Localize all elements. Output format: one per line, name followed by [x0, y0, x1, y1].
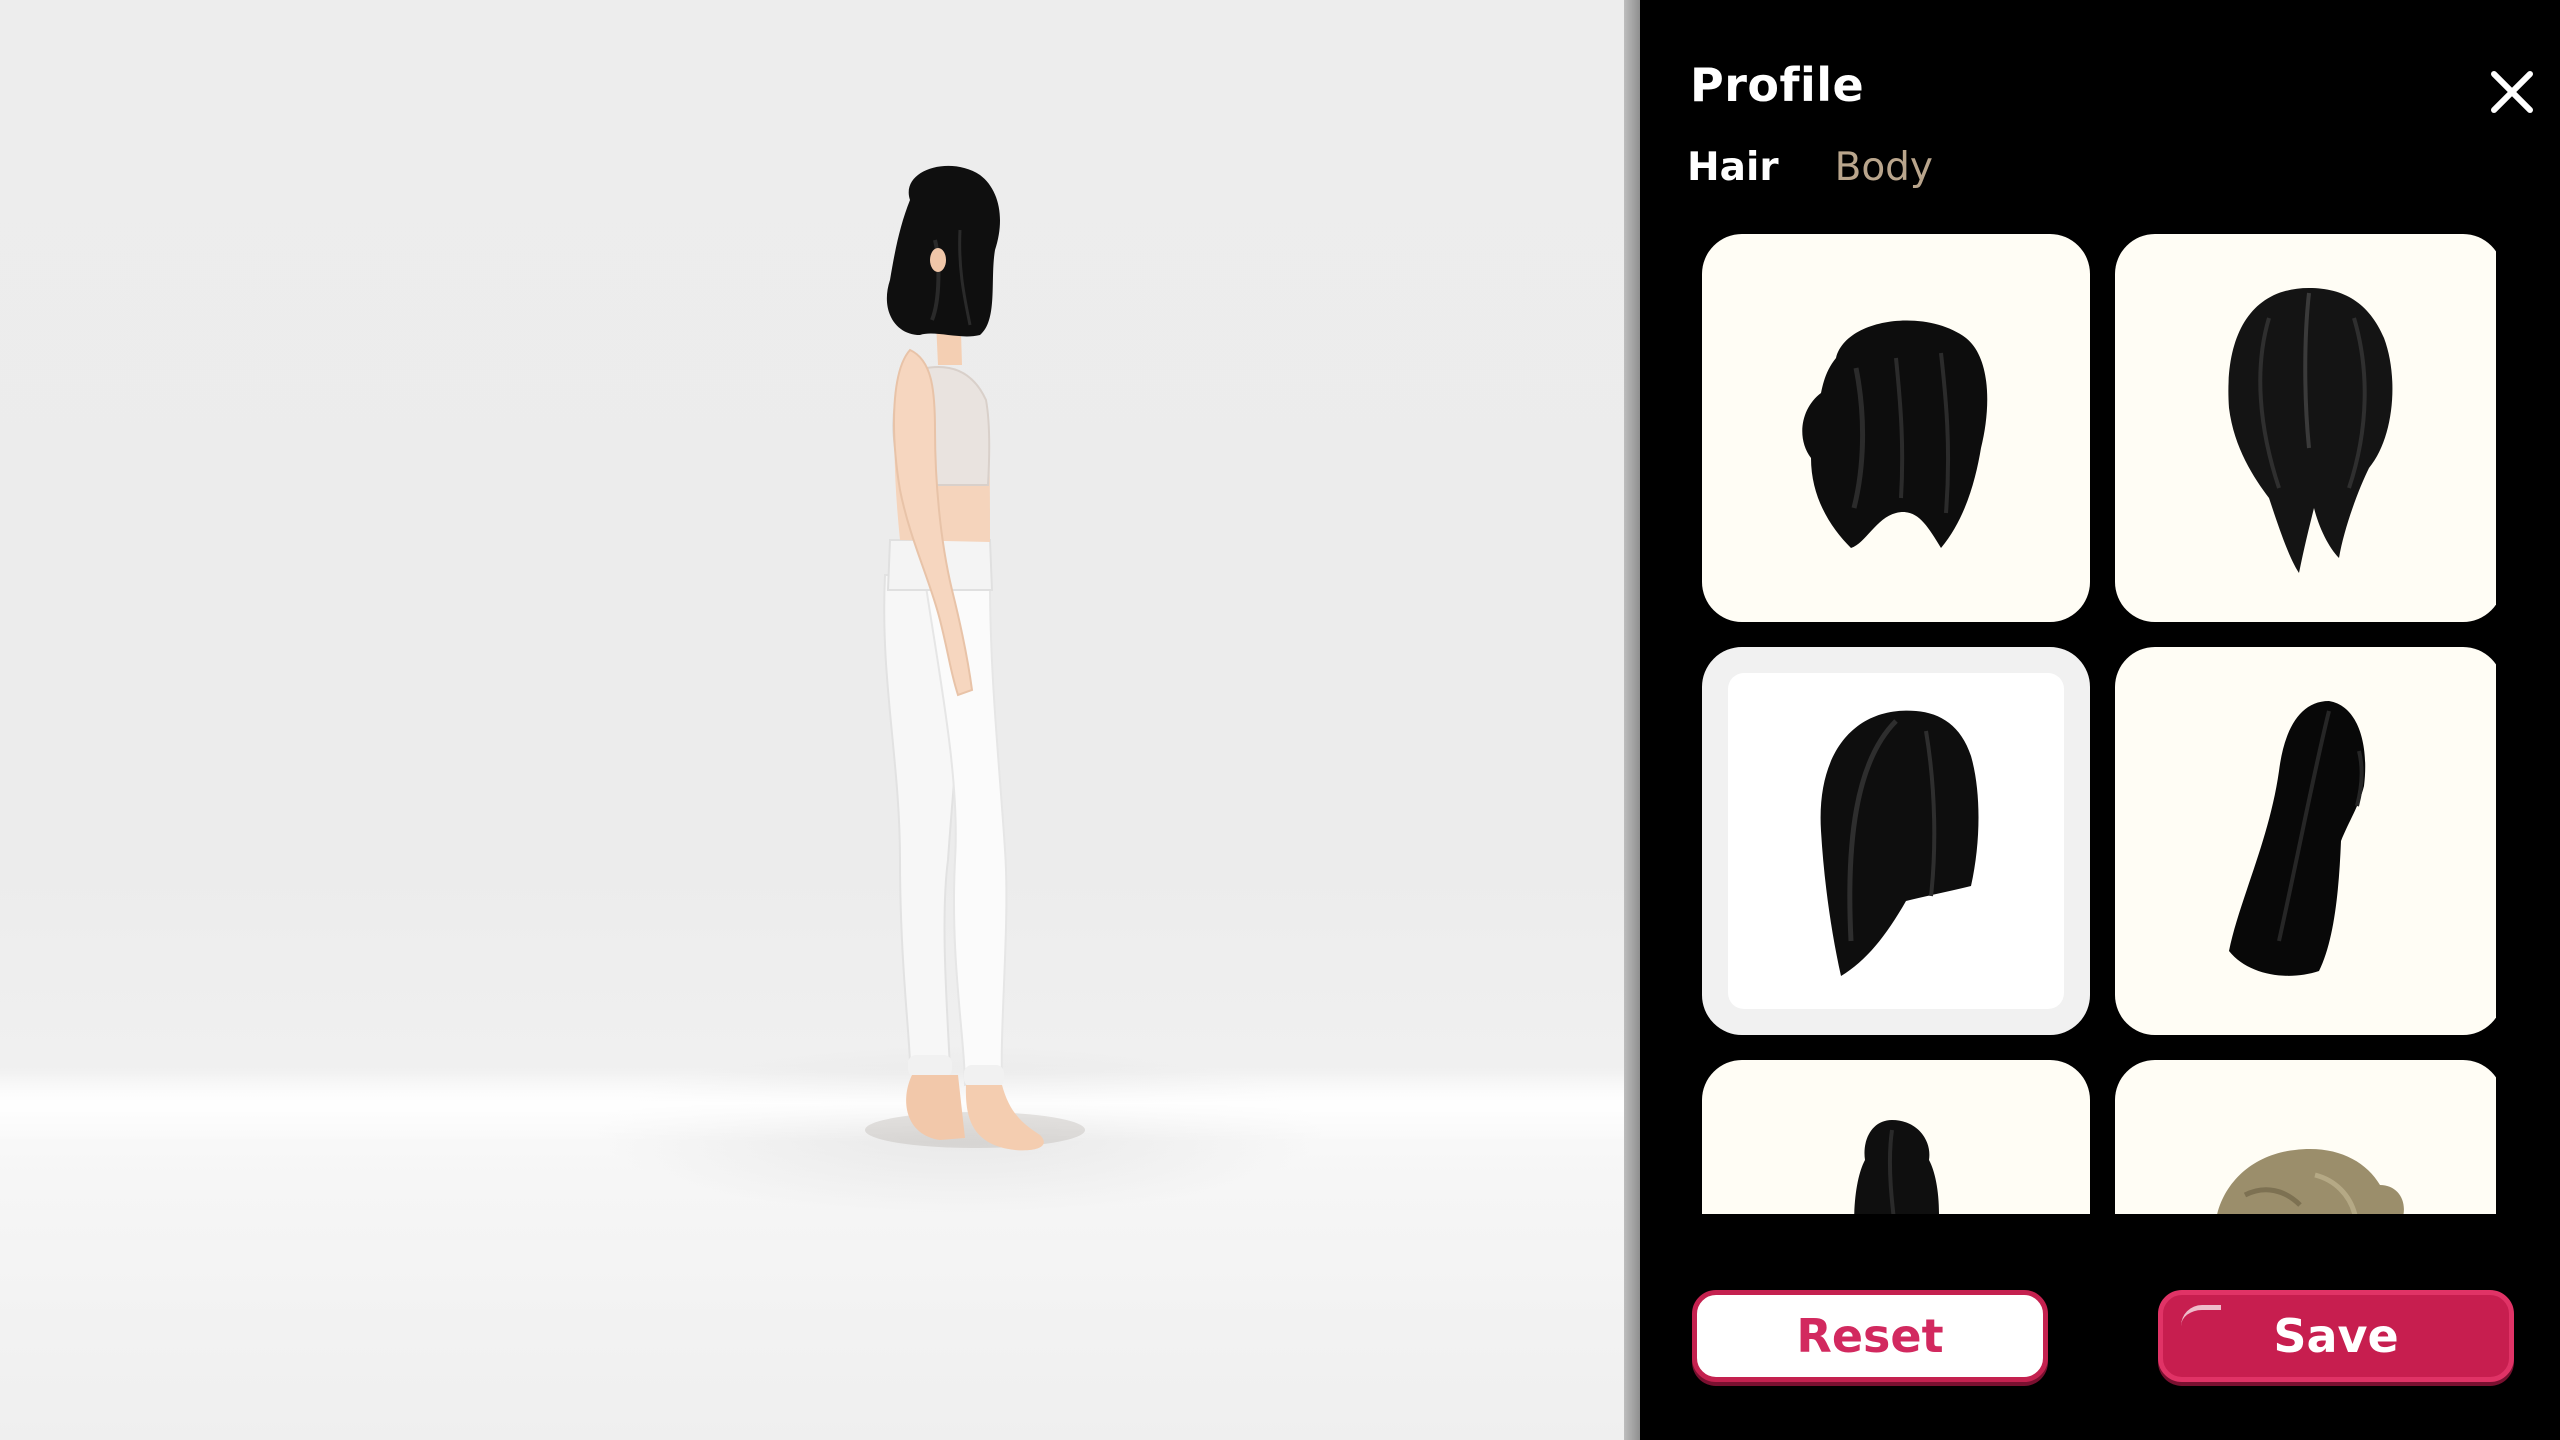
- hair-grid: [1702, 234, 2496, 1214]
- category-tabs: Hair Body: [1687, 145, 1933, 190]
- panel-divider[interactable]: [1624, 0, 1640, 1440]
- hair-option-card[interactable]: [2115, 647, 2496, 1035]
- hair-style-lob-icon: [1820, 710, 1979, 976]
- hair-style-bun-icon: [1854, 1120, 1939, 1214]
- hair-style-wavy-blonde-icon: [2217, 1149, 2404, 1214]
- hair-style-bob-bangs-icon: [1802, 320, 1988, 548]
- save-button[interactable]: Save: [2158, 1290, 2514, 1382]
- hair-option-card[interactable]: [2115, 234, 2496, 622]
- close-icon[interactable]: [2486, 66, 2538, 118]
- floor-horizon: [0, 1072, 1624, 1142]
- hair-option-card-selected[interactable]: [1702, 647, 2090, 1035]
- profile-panel: Profile Hair Body Reset Save: [1640, 0, 2560, 1440]
- button-gloss: [2181, 1305, 2221, 1326]
- hair-option-card[interactable]: [1702, 234, 2090, 622]
- hair-style-center-part-icon: [2228, 288, 2393, 573]
- hair-grid-scroll[interactable]: [1702, 234, 2496, 1214]
- hair-option-card[interactable]: [2115, 1060, 2496, 1214]
- save-button-label: Save: [2273, 1309, 2399, 1363]
- hair-option-card[interactable]: [1702, 1060, 2090, 1214]
- reset-button[interactable]: Reset: [1692, 1290, 2048, 1382]
- tab-body[interactable]: Body: [1835, 145, 1933, 190]
- hair-style-long-straight-icon: [2229, 701, 2366, 976]
- panel-title: Profile: [1690, 58, 1865, 112]
- tab-hair[interactable]: Hair: [1687, 145, 1779, 190]
- avatar-viewport[interactable]: [0, 0, 1624, 1440]
- avatar-model: [865, 165, 1085, 1151]
